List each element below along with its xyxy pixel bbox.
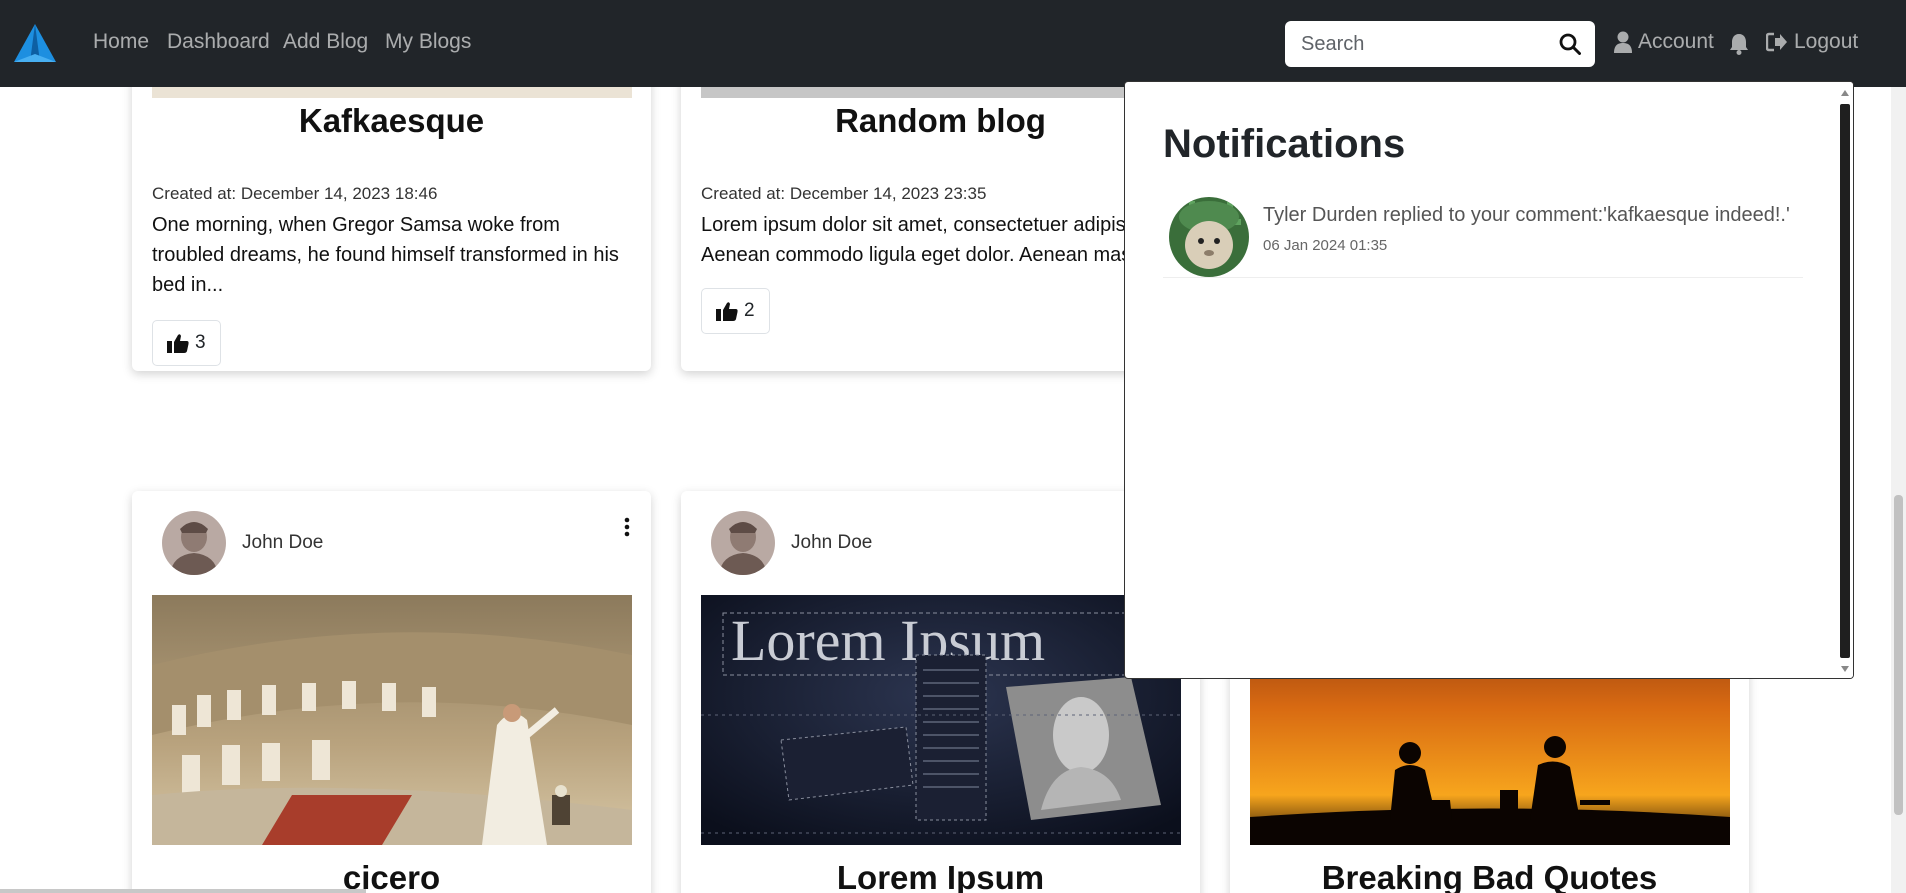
nav-link-home[interactable]: Home	[93, 30, 149, 54]
blog-card-author[interactable]: John Doe	[711, 511, 872, 575]
blog-card-excerpt: One morning, when Gregor Samsa woke from…	[152, 214, 619, 296]
nav-link-add-blog[interactable]: Add Blog	[283, 30, 368, 54]
blog-card-lorem-ipsum[interactable]: John Doe Lorem Ipsum Lorem Ipsum	[681, 491, 1200, 893]
more-options-icon[interactable]	[623, 517, 631, 537]
like-count: 2	[744, 300, 755, 321]
search-input[interactable]	[1285, 21, 1545, 67]
blog-card-title[interactable]: Breaking Bad Quotes	[1230, 859, 1749, 893]
blog-card-image-edge	[701, 87, 1181, 98]
blog-card-cicero[interactable]: John Doe cicero	[132, 491, 651, 893]
user-icon	[1614, 31, 1632, 53]
blog-card-random-blog[interactable]: Random blog Created at: December 14, 202…	[681, 40, 1200, 371]
blog-card-kafkaesque[interactable]: Kafkaesque Created at: December 14, 2023…	[132, 40, 651, 371]
blog-card-image[interactable]: Lorem Ipsum	[701, 595, 1181, 845]
blog-card-title[interactable]: Kafkaesque	[132, 102, 651, 140]
notification-text[interactable]: Tyler Durden replied to your comment:'ka…	[1263, 204, 1790, 227]
notifications-panel[interactable]: Notifications Tyler Durden replied to yo…	[1124, 81, 1854, 679]
blog-card-title[interactable]: Lorem Ipsum	[681, 859, 1200, 893]
blog-card-image-edge	[152, 87, 632, 98]
blog-card-author[interactable]: John Doe	[162, 511, 323, 575]
bell-icon[interactable]	[1729, 33, 1749, 55]
thumbs-up-icon	[716, 302, 738, 321]
nav-link-dashboard[interactable]: Dashboard	[167, 30, 270, 54]
thumbs-up-icon	[167, 334, 189, 353]
blog-card-created-at: Created at: December 14, 2023 18:46	[152, 184, 438, 203]
author-name: John Doe	[791, 532, 873, 553]
brand-logo-icon[interactable]	[14, 24, 56, 62]
avatar[interactable]	[711, 511, 775, 575]
like-button[interactable]: 2	[701, 288, 770, 334]
blog-card-image-text: Lorem Ipsum	[731, 608, 1045, 673]
page-scrollbar-thumb[interactable]	[1894, 495, 1903, 815]
account-label: Account	[1638, 30, 1714, 53]
notification-time: 06 Jan 2024 01:35	[1263, 237, 1388, 254]
search-box	[1285, 21, 1595, 67]
blog-card-title[interactable]: cicero	[132, 859, 651, 893]
logout-icon	[1766, 32, 1787, 52]
like-count: 3	[195, 332, 206, 353]
notification-avatar	[1169, 197, 1249, 277]
author-name: John Doe	[242, 532, 324, 553]
logout-label: Logout	[1794, 30, 1859, 53]
notification-item[interactable]: Tyler Durden replied to your comment:'ka…	[1163, 192, 1803, 278]
navbar: Home Dashboard Add Blog My Blogs Account…	[0, 0, 1906, 87]
like-button[interactable]: 3	[152, 320, 221, 366]
notifications-heading: Notifications	[1163, 122, 1406, 166]
nav-link-my-blogs[interactable]: My Blogs	[385, 30, 471, 54]
search-icon[interactable]	[1559, 33, 1581, 55]
logout-link[interactable]: Logout	[1766, 30, 1858, 54]
blog-card-created-at: Created at: December 14, 2023 23:35	[701, 184, 987, 203]
avatar[interactable]	[162, 511, 226, 575]
blog-card-image[interactable]	[152, 595, 632, 845]
account-link[interactable]: Account	[1614, 30, 1714, 54]
page-scrollbar[interactable]	[1891, 0, 1906, 893]
horizontal-scrollbar-thumb[interactable]	[0, 889, 366, 893]
blog-card-title[interactable]: Random blog	[681, 102, 1200, 140]
notifications-scrollbar[interactable]	[1837, 82, 1853, 678]
